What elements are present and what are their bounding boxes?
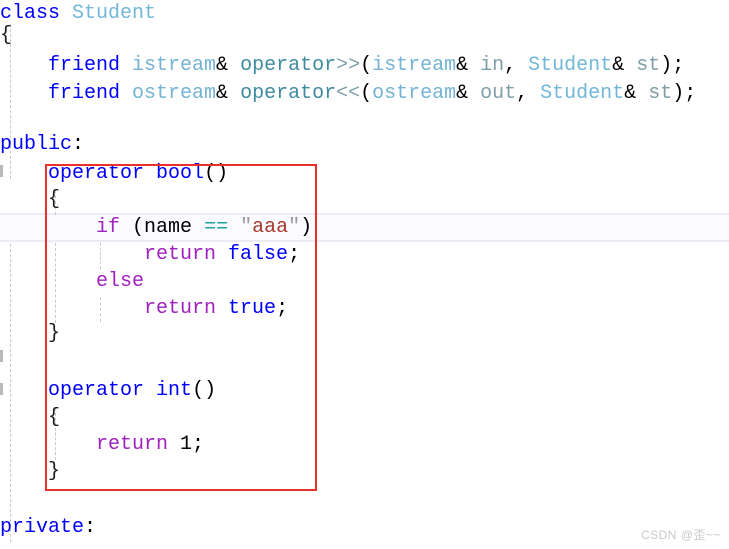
token-punct: , [516,82,541,105]
token-keyword: private [0,516,85,539]
token-ctrl: if [96,216,121,239]
token-ctrl: return [144,297,229,320]
token-punct: ; [288,243,301,266]
token-keyword: friend [48,82,133,105]
line-return-false[interactable]: return false; [0,241,729,269]
token-punct: ( [360,82,373,105]
token-quote: " [240,216,253,239]
line-private-label[interactable]: private: [0,514,729,542]
token-punct: ) [300,216,313,239]
line-friend-ostream[interactable]: friend ostream& operator<<(ostream& out,… [0,80,729,108]
line-open-brace-int[interactable]: { [0,404,729,432]
token-punct: & [612,54,637,77]
token-punct: ; [192,433,205,456]
token-op: >> [336,54,361,77]
token-punct: () [204,162,229,185]
line-close-brace-bool[interactable]: } [0,320,729,348]
code-editor-view[interactable]: class Student{ friend istream& operator>… [0,0,729,549]
token-punct: ( [120,216,145,239]
token-ctrl: return [144,243,229,266]
token-brace: } [48,460,61,483]
token-op: << [336,82,361,105]
token-ctrl: else [96,270,145,293]
token-punct: , [504,54,529,77]
line-close-brace-int[interactable]: } [0,458,729,486]
token-class: Student [528,54,613,77]
token-punct: ( [360,54,373,77]
token-compare: == [204,216,229,239]
token-ctrl: return [96,433,181,456]
token-func: operator [240,82,337,105]
token-num: 1 [180,433,193,456]
token-brace: { [48,406,61,429]
csdn-watermark: CSDN @歪~~ [640,528,721,542]
token-punct: : [84,516,97,539]
line-operator-bool[interactable]: operator bool() [0,160,729,188]
token-op: st [636,54,661,77]
token-punct: : [72,133,85,156]
line-if-name[interactable]: if (name == "aaa") [0,214,729,242]
token-punct: ; [276,297,289,320]
token-op: st [648,82,673,105]
token-func: operator [240,54,337,77]
token-op: out [480,82,517,105]
token-quote: " [288,216,301,239]
token-op: in [480,54,505,77]
token-keyword: false [228,243,289,266]
token-keyword: bool [156,162,205,185]
line-else[interactable]: else [0,268,729,296]
token-brace: { [0,24,13,47]
token-plain: name [144,216,193,239]
line-public-label[interactable]: public: [0,131,729,159]
change-mark-1 [0,350,3,362]
token-punct: & [456,82,481,105]
line-operator-int[interactable]: operator int() [0,377,729,405]
token-keyword: int [156,379,193,402]
token-punct: () [192,379,217,402]
line-open-brace-class[interactable]: { [0,22,729,50]
token-string: aaa [252,216,289,239]
line-friend-istream[interactable]: friend istream& operator>>(istream& in, … [0,52,729,80]
line-open-brace-bool[interactable]: { [0,186,729,214]
token-type: istream [132,54,217,77]
token-class: Student [540,82,625,105]
token-punct: & [456,54,481,77]
token-keyword: public [0,133,73,156]
token-type: ostream [372,82,457,105]
line-return-one[interactable]: return 1; [0,431,729,459]
token-punct: ); [672,82,697,105]
token-keyword: friend [48,54,133,77]
line-return-true[interactable]: return true; [0,295,729,323]
token-type: istream [372,54,457,77]
token-keyword: true [228,297,277,320]
token-type: ostream [132,82,217,105]
token-punct: ); [660,54,685,77]
token-keyword: operator [48,162,157,185]
token-punct: & [624,82,649,105]
token-brace: { [48,188,61,211]
token-keyword: operator [48,379,157,402]
token-punct: & [216,82,241,105]
token-punct: & [216,54,241,77]
token-brace: } [48,322,61,345]
